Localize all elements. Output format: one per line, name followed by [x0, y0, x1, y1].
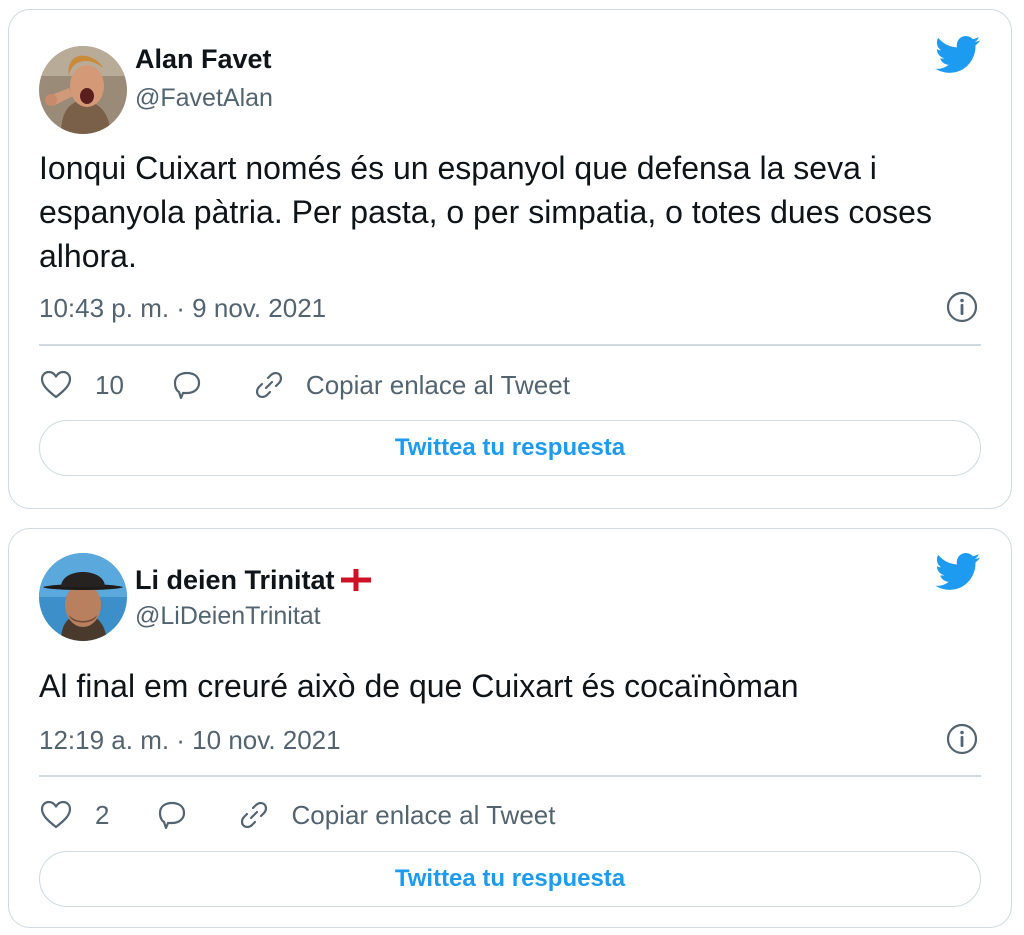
tweet-timestamp[interactable]: 12:19 a. m. · 10 nov. 2021 — [39, 725, 341, 756]
twitter-bird-icon[interactable] — [935, 553, 981, 591]
reply-bubble-icon — [173, 371, 201, 400]
tweet-text: Ionqui Cuixart només és un espanyol que … — [39, 150, 932, 274]
tweet-card: Li deien Trinitat @LiDeienTrinitat Al fi… — [8, 528, 1012, 928]
divider — [39, 775, 981, 777]
avatar[interactable] — [39, 553, 127, 641]
heart-icon — [40, 800, 72, 829]
avatar-photo-shouting-man — [39, 46, 127, 134]
like-count: 2 — [95, 799, 110, 830]
like-button[interactable]: 2 — [39, 798, 155, 832]
tweet-actions: 2 Copiar enlace al Tweet — [39, 797, 555, 833]
twitter-bird-icon[interactable] — [935, 36, 981, 74]
like-button[interactable]: 10 — [39, 368, 170, 402]
author-handle[interactable]: @FavetAlan — [135, 84, 273, 113]
tweet-reply-button[interactable]: Twittea tu respuesta — [39, 851, 981, 907]
divider — [39, 344, 981, 346]
reply-bubble-icon — [159, 801, 186, 830]
author-handle[interactable]: @LiDeienTrinitat — [135, 602, 321, 631]
like-count: 10 — [95, 369, 124, 400]
avatar-photo-cowboy — [39, 553, 127, 641]
heart-icon — [40, 370, 72, 399]
reply-button[interactable] — [155, 798, 189, 832]
info-icon[interactable] — [945, 722, 979, 756]
tweet-text: Al final em creuré això de que Cuixart é… — [39, 668, 799, 704]
author-name[interactable]: Li deien Trinitat — [135, 565, 371, 598]
copy-link-button[interactable]: Copiar enlace al Tweet — [252, 368, 570, 402]
copy-link-label: Copiar enlace al Tweet — [305, 369, 570, 400]
tweet-actions: 10 Copiar enlace al Tweet — [39, 367, 570, 403]
tweet-card: Alan Favet @FavetAlan Ionqui Cuixart nom… — [8, 9, 1012, 509]
tweet-reply-button[interactable]: Twittea tu respuesta — [39, 420, 981, 476]
tweet-timestamp[interactable]: 10:43 p. m. · 9 nov. 2021 — [39, 293, 326, 324]
copy-link-label: Copiar enlace al Tweet — [291, 799, 556, 830]
avatar[interactable] — [39, 46, 127, 134]
link-icon — [241, 801, 268, 829]
reply-button[interactable] — [170, 368, 204, 402]
england-flag-icon — [340, 567, 371, 598]
author-name[interactable]: Alan Favet — [135, 44, 272, 75]
author-name-text: Li deien Trinitat — [135, 565, 335, 595]
info-icon[interactable] — [945, 290, 979, 324]
copy-link-button[interactable]: Copiar enlace al Tweet — [237, 798, 555, 832]
link-icon — [255, 371, 282, 399]
